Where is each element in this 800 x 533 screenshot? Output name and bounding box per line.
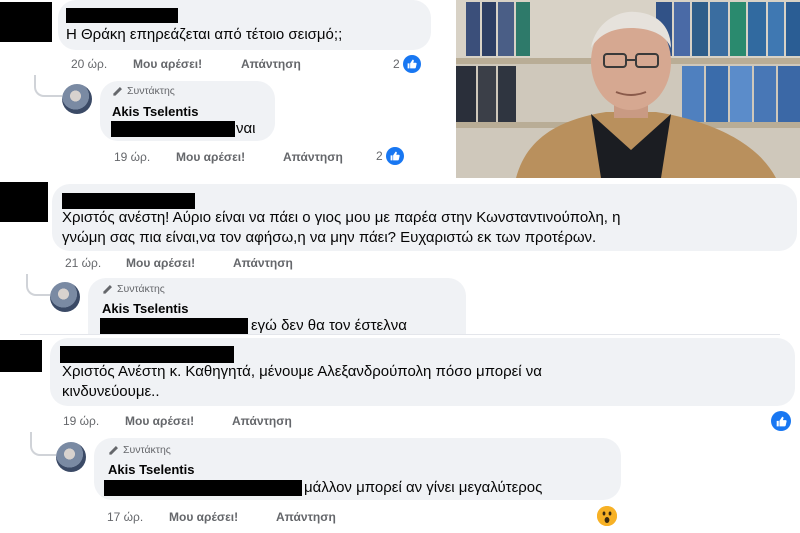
comment-text: Η Θράκη επηρεάζεται από τέτοιο σεισμό;; [66,26,343,43]
comment-bubble: Η Θράκη επηρεάζεται από τέτοιο σεισμό;; [58,0,431,50]
comment-text-line2: γνώμη σας πια είναι,να τον αφήσω,η να μη… [62,229,597,246]
wow-face-icon [597,506,617,526]
author-tag: Συντάκτης [102,283,165,295]
reply-reply-button[interactable]: Απάντηση [276,510,336,524]
redacted-avatar [0,340,42,372]
author-tag-label: Συντάκτης [123,444,171,456]
section-divider [20,334,780,335]
comment-time[interactable]: 21 ώρ. [65,256,101,270]
author-photo [456,0,800,178]
comment-bubble: Χριστός Ανέστη κ. Καθηγητά, μένουμε Αλεξ… [50,338,795,406]
reply-bubble: Συντάκτης Akis Tselentis εγώ δεν θα τον … [88,278,466,334]
author-avatar[interactable] [50,282,80,312]
reply-text: μάλλον μπορεί αν γίνει μεγαλύτερος [304,479,543,496]
thread-connector [26,274,50,296]
reaction-count[interactable]: 2 [393,55,421,73]
comment-time[interactable]: 20 ώρ. [71,57,107,71]
like-button[interactable]: Μου αρέσει! [133,57,202,71]
redacted-mention [104,480,302,496]
author-name[interactable]: Akis Tselentis [102,301,188,316]
comment-text-line1: Χριστός Ανέστη κ. Καθηγητά, μένουμε Αλεξ… [62,363,542,380]
redacted-avatar [0,2,52,42]
author-avatar[interactable] [62,84,92,114]
reply-time[interactable]: 19 ώρ. [114,150,150,164]
comment-time[interactable]: 19 ώρ. [63,414,99,428]
pencil-icon [113,86,122,96]
thread-connector [34,75,62,97]
reply-text: ναι [236,120,256,137]
redacted-author-name [66,8,178,23]
redacted-avatar [0,182,48,222]
redacted-author-name [60,346,234,363]
reply-text: εγώ δεν θα τον έστελνα [251,317,407,334]
like-button[interactable]: Μου αρέσει! [126,256,195,270]
redacted-mention [111,121,235,137]
reply-time[interactable]: 17 ώρ. [107,510,143,524]
thumbs-up-icon [402,55,421,73]
pencil-icon [109,445,118,455]
reaction-count[interactable] [771,411,791,431]
comment-bubble: Χριστός ανέστη! Αύριο είναι να πάει ο γι… [52,184,797,251]
reply-button[interactable]: Απάντηση [241,57,301,71]
author-avatar[interactable] [56,442,86,472]
reply-bubble: Συντάκτης Akis Tselentis ναι [100,81,275,141]
pencil-icon [103,284,112,294]
like-button[interactable]: Μου αρέσει! [125,414,194,428]
thumbs-up-icon [385,147,404,165]
redacted-mention [100,318,248,334]
reply-reaction-count[interactable] [597,506,617,526]
reply-bubble: Συντάκτης Akis Tselentis μάλλον μπορεί α… [94,438,621,500]
author-name[interactable]: Akis Tselentis [112,104,198,119]
reply-reaction-count-value: 2 [376,149,383,163]
redacted-author-name [62,193,195,209]
reply-reply-button[interactable]: Απάντηση [283,150,343,164]
author-tag-label: Συντάκτης [127,85,175,97]
reply-reaction-count[interactable]: 2 [376,147,404,165]
author-tag-label: Συντάκτης [117,283,165,295]
reply-button[interactable]: Απάντηση [232,414,292,428]
author-tag: Συντάκτης [112,85,175,97]
reply-button[interactable]: Απάντηση [233,256,293,270]
thread-connector [30,432,56,456]
reply-like-button[interactable]: Μου αρέσει! [176,150,245,164]
reply-like-button[interactable]: Μου αρέσει! [169,510,238,524]
author-name[interactable]: Akis Tselentis [108,462,194,477]
comment-text-line1: Χριστός ανέστη! Αύριο είναι να πάει ο γι… [62,209,621,226]
comment-text-line2: κινδυνεύουμε.. [62,383,160,400]
reaction-count-value: 2 [393,57,400,71]
thumbs-up-icon [771,411,791,431]
author-tag: Συντάκτης [108,444,171,456]
